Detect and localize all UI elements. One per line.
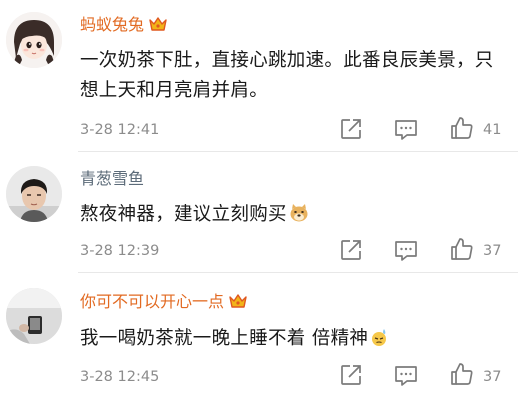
comment-icon[interactable] [393, 237, 419, 263]
doge-emoji [289, 203, 309, 233]
username[interactable]: 青葱雪鱼 [80, 169, 144, 189]
share-icon[interactable] [338, 362, 364, 388]
like-count: 37 [483, 369, 502, 385]
thumbs-up-icon[interactable] [449, 361, 475, 387]
comment-text-content: 熬夜神器，建议立刻购买 [80, 204, 287, 225]
timestamp: 3-28 12:39 [80, 243, 160, 259]
username-text[interactable]: 青葱雪鱼 [80, 169, 144, 188]
username-text[interactable]: 你可不可以开心一点 [80, 292, 224, 311]
comment-item: 蚂蚁兔兔 一次奶茶下肚，直接心跳加速。此番良辰美景，只想上天和月亮肩并肩。 3-… [0, 0, 518, 152]
timestamp: 3-28 12:41 [80, 122, 160, 138]
timestamp: 3-28 12:45 [80, 369, 160, 385]
comment-text-content: 我一喝奶茶就一晚上睡不着 倍精神 [80, 328, 369, 349]
share-icon[interactable] [338, 116, 364, 142]
avatar[interactable] [6, 166, 62, 222]
avatar[interactable] [6, 12, 62, 68]
like-count: 41 [483, 122, 502, 138]
username-text[interactable]: 蚂蚁兔兔 [80, 15, 144, 34]
crown-icon [148, 15, 168, 38]
comment-item: 你可不可以开心一点 我一喝奶茶就一晚上睡不着 倍精神 3-28 12:45 37 [0, 273, 518, 400]
comment-icon[interactable] [393, 362, 419, 388]
username[interactable]: 蚂蚁兔兔 [80, 15, 168, 38]
avatar[interactable] [6, 288, 62, 344]
thumbs-up-icon[interactable] [449, 236, 475, 262]
comment-text: 熬夜神器，建议立刻购买 [80, 200, 500, 233]
like-count: 37 [483, 243, 502, 259]
comment-text: 我一喝奶茶就一晚上睡不着 倍精神 [80, 324, 500, 357]
sweat-emoji [370, 327, 388, 357]
username[interactable]: 你可不可以开心一点 [80, 292, 248, 315]
thumbs-up-icon[interactable] [449, 115, 475, 141]
crown-icon [228, 292, 248, 315]
comment-icon[interactable] [393, 116, 419, 142]
share-icon[interactable] [338, 237, 364, 263]
comment-item: 青葱雪鱼 熬夜神器，建议立刻购买 3-28 12:39 37 [0, 152, 518, 273]
comment-text: 一次奶茶下肚，直接心跳加速。此番良辰美景，只想上天和月亮肩并肩。 [80, 50, 494, 101]
